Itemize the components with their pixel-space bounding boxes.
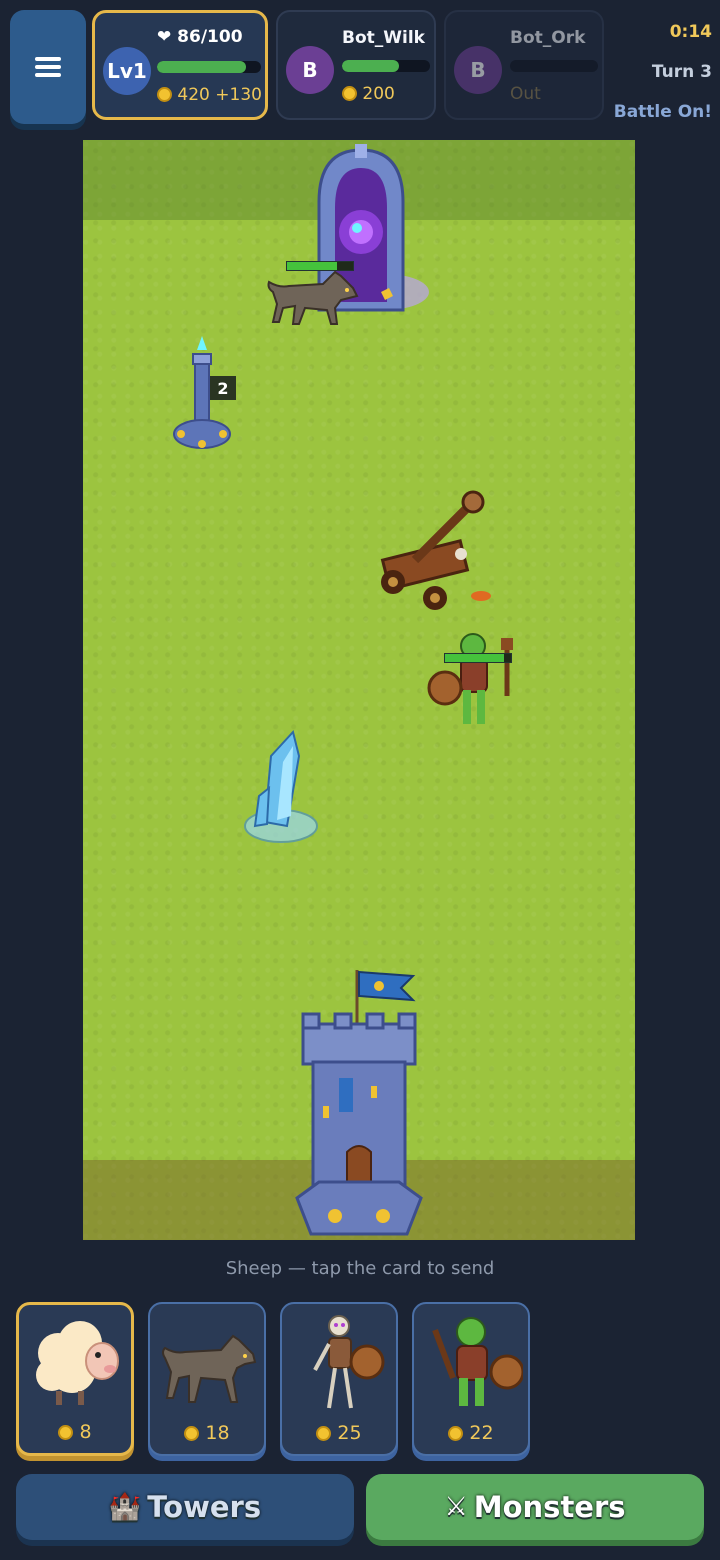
card-wolf[interactable]: 18 xyxy=(148,1302,266,1456)
opponent-avatar: B xyxy=(454,46,502,94)
coin-icon xyxy=(448,1426,464,1441)
crossed-swords-icon: ⚔ xyxy=(444,1492,468,1522)
ice-crystal-icon xyxy=(244,729,318,843)
skeleton-icon xyxy=(313,1315,385,1409)
wolf-icon xyxy=(162,1334,257,1403)
battlefield-map[interactable]: 2 xyxy=(83,140,635,1240)
card-cost: 25 xyxy=(282,1422,396,1444)
player-income: +130 xyxy=(215,85,262,105)
player-hp-bar xyxy=(157,61,261,73)
card-orc[interactable]: 22 xyxy=(412,1302,530,1456)
card-sheep[interactable]: 8 xyxy=(16,1302,134,1456)
card-skeleton[interactable]: 25 xyxy=(280,1302,398,1456)
orc-icon xyxy=(427,633,513,724)
catapult-icon xyxy=(380,490,491,610)
card-cost: 18 xyxy=(150,1422,264,1444)
castle-keep-icon xyxy=(295,970,423,1236)
opponent-card-bot-wilk: B Bot_Wilk 200 xyxy=(276,10,436,120)
turn-timer: 0:14 xyxy=(669,22,712,42)
opponent-name: Bot_Ork xyxy=(510,28,586,48)
hamburger-icon xyxy=(35,53,61,81)
sheep-icon xyxy=(36,1321,119,1405)
card-cost: 8 xyxy=(19,1421,131,1443)
coin-icon xyxy=(342,86,357,101)
battle-status: Battle On! xyxy=(613,102,712,122)
opponent-hp-bar xyxy=(510,60,598,72)
hint-text: Sheep — tap the card to send xyxy=(225,1258,495,1279)
tab-towers-label: Towers xyxy=(147,1490,262,1524)
menu-button[interactable] xyxy=(10,10,86,124)
turn-counter: Turn 3 xyxy=(651,62,712,82)
player-level-badge: Lv1 xyxy=(103,47,151,95)
player-hp-text: 86/100 xyxy=(177,27,243,47)
coin-icon xyxy=(58,1425,74,1440)
card-cost: 22 xyxy=(414,1422,528,1444)
tab-monsters[interactable]: ⚔ Monsters xyxy=(366,1474,704,1540)
castle-icon: 🏰 xyxy=(108,1492,142,1522)
wolf-hp-bar xyxy=(286,261,354,271)
coin-icon xyxy=(157,87,172,102)
orc-hp-bar xyxy=(444,653,512,663)
opponent-avatar: B xyxy=(286,46,334,94)
opponent-name: Bot_Wilk xyxy=(342,28,425,48)
player-card: Lv1 ❤ 86/100 420 +130 xyxy=(92,10,268,120)
player-hp: ❤ 86/100 xyxy=(157,27,243,47)
player-gold: 420 +130 xyxy=(157,85,262,105)
opponent-status: Out xyxy=(510,84,541,104)
orc-icon xyxy=(432,1317,523,1406)
tab-monsters-label: Monsters xyxy=(473,1490,626,1524)
opponent-card-bot-ork: B Bot_Ork Out xyxy=(444,10,604,120)
player-gold-value: 420 xyxy=(177,85,210,105)
opponent-gold: 200 xyxy=(342,84,395,104)
opponent-gold-value: 200 xyxy=(362,84,395,104)
coin-icon xyxy=(316,1426,332,1441)
tower-level-badge: 2 xyxy=(210,376,236,400)
opponent-hp-bar xyxy=(342,60,430,72)
heart-icon: ❤ xyxy=(157,27,172,47)
wolf-icon xyxy=(267,270,359,325)
tab-towers[interactable]: 🏰 Towers xyxy=(16,1474,354,1540)
coin-icon xyxy=(184,1426,200,1441)
